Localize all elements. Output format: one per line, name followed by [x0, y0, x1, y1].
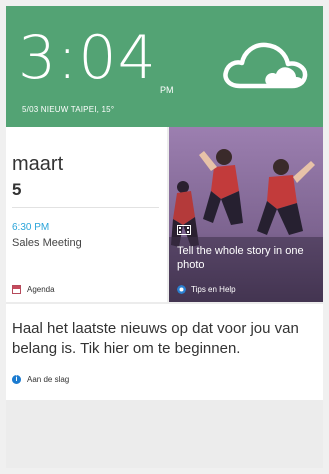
- get-started-card[interactable]: Haal het laatste nieuws op dat voor jou …: [6, 304, 323, 400]
- event-title: Sales Meeting: [12, 237, 82, 249]
- agenda-footer: Agenda: [12, 285, 55, 294]
- event-time: 6:30 PM: [12, 222, 50, 233]
- tips-footer: Tips en Help: [177, 285, 236, 294]
- tips-footer-label: Tips en Help: [191, 285, 236, 294]
- clock-weather-header[interactable]: 3:04 PM 5/03 NIEUW TAIPEI, 15°: [6, 6, 323, 127]
- agenda-day: 5: [12, 180, 22, 199]
- agenda-divider: [12, 207, 159, 208]
- get-started-text: Haal het laatste nieuws op dat voor jou …: [12, 320, 299, 357]
- info-icon: i: [12, 375, 21, 384]
- clock-ampm: PM: [160, 85, 174, 95]
- date-location: 5/03 NIEUW TAIPEI, 15°: [22, 105, 115, 114]
- get-started-footer: i Aan de slag: [12, 375, 69, 384]
- tips-dot-icon: [177, 285, 186, 294]
- agenda-footer-label: Agenda: [27, 285, 55, 294]
- tips-card[interactable]: Tell the whole story in one photo Tips e…: [169, 127, 323, 302]
- agenda-card[interactable]: maart 5 6:30 PM Sales Meeting Agenda: [6, 127, 167, 302]
- blinkfeed-screen: 3:04 PM 5/03 NIEUW TAIPEI, 15° maart 5 6…: [6, 6, 323, 468]
- agenda-month: maart: [12, 153, 64, 175]
- film-icon: [177, 225, 191, 235]
- tips-photo: [169, 127, 323, 302]
- tips-text: Tell the whole story in one photo: [177, 245, 304, 271]
- calendar-icon: [12, 285, 21, 294]
- clock-time: 3:04: [18, 23, 157, 93]
- get-started-footer-label: Aan de slag: [27, 375, 70, 384]
- cloud-icon: [223, 42, 308, 89]
